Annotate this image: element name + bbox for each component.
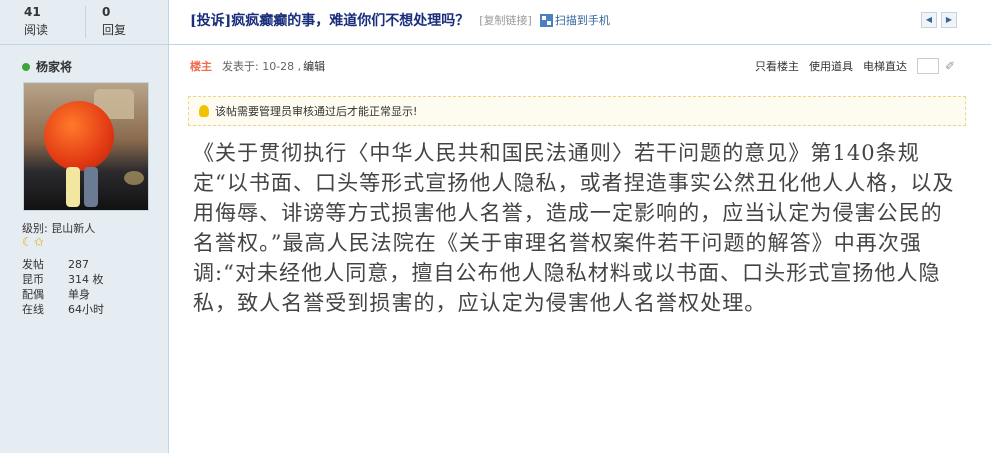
scan-to-phone-link[interactable]: 扫描到手机 [555, 12, 610, 28]
stat-key: 昆币 [22, 273, 44, 286]
chevron-left-icon[interactable]: ◀ [921, 12, 937, 28]
stat-value: 单身 [68, 288, 90, 301]
user-sidebar: 杨家将 级别: 昆山新人 ☾ ✩ 发帖 287 昆币 314 枚 配偶 单身 在… [0, 45, 169, 453]
goto-floor-label: 电梯直达 [863, 60, 907, 73]
avatar[interactable] [23, 82, 149, 211]
views-label: 阅读 [24, 23, 49, 37]
qr-code-icon[interactable] [539, 13, 553, 27]
notice-text: 该帖需要管理员审核通过后才能正常显示! [215, 105, 418, 118]
user-stat-row: 昆币 314 枚 [22, 272, 104, 287]
stat-key: 发帖 [22, 258, 44, 271]
replies-stat: 0 回复 [102, 5, 162, 38]
username[interactable]: 杨家将 [36, 58, 72, 75]
lightbulb-icon [199, 105, 209, 117]
user-stats: 发帖 287 昆币 314 枚 配偶 单身 在线 64小时 [22, 257, 104, 317]
posted-at: 发表于: 10-28 , [222, 60, 302, 73]
go-arrow-icon[interactable]: ✐ [945, 59, 955, 73]
floor-number-input[interactable] [917, 58, 939, 74]
views-count: 41 [24, 5, 41, 19]
forum-thread-page: 41 阅读 0 回复 [投诉]疯疯癫癫的事，难道你们不想处理吗？ [复制链接] … [0, 0, 991, 453]
stats-divider [85, 6, 86, 38]
stat-value: 314 枚 [68, 273, 104, 286]
floor-label: 楼主 [190, 60, 212, 73]
thread-header: 41 阅读 0 回复 [投诉]疯疯癫癫的事，难道你们不想处理吗？ [复制链接] … [0, 0, 991, 45]
copy-link[interactable]: [复制链接] [479, 12, 532, 28]
post-meta: 楼主 发表于: 10-28 , 编辑 [190, 58, 325, 74]
username-row: 杨家将 [22, 58, 72, 75]
stat-value: 287 [68, 258, 89, 271]
user-stat-row: 配偶 单身 [22, 287, 104, 302]
moon-icon: ☾ [22, 235, 33, 249]
star-icon: ✩ [33, 235, 44, 249]
post-body: 《关于贯彻执行〈中华人民共和国民法通则〉若干问题的意见》第140条规定“以书面、… [193, 141, 955, 315]
moderation-notice: 该帖需要管理员审核通过后才能正常显示! [188, 96, 966, 126]
level-icons: ☾ ✩ [22, 236, 44, 248]
only-author-link[interactable]: 只看楼主 [755, 58, 799, 74]
stat-key: 在线 [22, 303, 44, 316]
user-stat-row: 在线 64小时 [22, 302, 104, 317]
online-status-icon [22, 62, 30, 71]
use-item-link[interactable]: 使用道具 [809, 58, 853, 74]
thread-title[interactable]: [投诉]疯疯癫癫的事，难道你们不想处理吗？ [190, 10, 469, 30]
chevron-right-icon[interactable]: ▶ [941, 12, 957, 28]
thread-stats: 41 阅读 0 回复 [0, 0, 169, 44]
replies-count: 0 [102, 5, 111, 19]
stat-key: 配偶 [22, 288, 44, 301]
post-tools: 只看楼主 使用道具 电梯直达 ✐ [755, 58, 965, 74]
edit-link[interactable]: 编辑 [303, 58, 325, 74]
user-stat-row: 发帖 287 [22, 257, 104, 272]
user-level: 级别: 昆山新人 [22, 222, 96, 235]
stat-value: 64小时 [68, 303, 104, 316]
replies-label: 回复 [102, 23, 127, 37]
title-area: [投诉]疯疯癫癫的事，难道你们不想处理吗？ [复制链接] 扫描到手机 [190, 10, 610, 30]
views-stat: 41 阅读 [24, 5, 84, 38]
